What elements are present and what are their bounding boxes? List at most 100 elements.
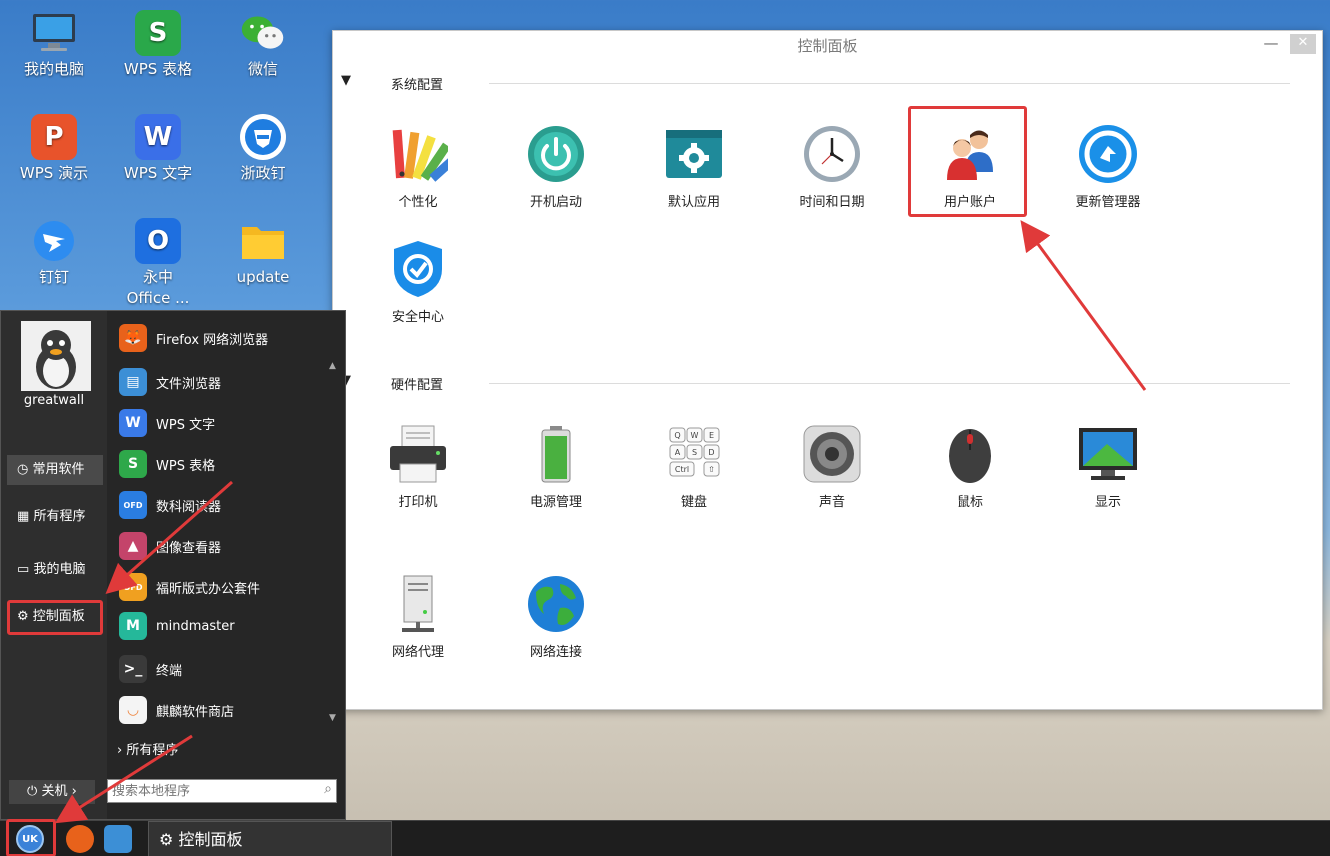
- shield-icon: [387, 238, 449, 300]
- avatar[interactable]: [21, 321, 91, 391]
- key-label: Ctrl: [675, 465, 689, 474]
- item-default-apps[interactable]: 默认应用: [644, 123, 744, 210]
- wps-presentation-icon: P: [31, 114, 77, 160]
- window-title: 控制面板: [797, 37, 858, 55]
- key-label: D: [708, 448, 714, 457]
- taskbar: UK ⚙ 控制面板: [0, 819, 1330, 856]
- app-item[interactable]: ▲ 图像查看器: [119, 527, 333, 565]
- item-personalization[interactable]: 个性化: [368, 123, 468, 210]
- item-keyboard[interactable]: Q W E A S D Ctrl ⇧ 键盘: [644, 423, 744, 510]
- monitor-icon: [1077, 423, 1139, 485]
- scroll-down-icon[interactable]: ▼: [329, 713, 336, 723]
- item-update-manager[interactable]: 更新管理器: [1058, 123, 1158, 210]
- app-icon: M: [119, 612, 147, 640]
- app-icon: 🦊: [119, 324, 147, 352]
- item-power-management[interactable]: 电源管理: [506, 423, 606, 510]
- battery-icon: [525, 423, 587, 485]
- item-startup[interactable]: 开机启动: [506, 123, 606, 210]
- monitor-icon: ▭: [17, 562, 30, 577]
- desktop-icon-wps-writer[interactable]: W WPS 文字: [106, 114, 210, 184]
- desktop-icon-dingtalk[interactable]: 钉钉: [2, 218, 106, 288]
- taskbar-task-control-panel[interactable]: ⚙ 控制面板: [148, 821, 392, 856]
- app-label: mindmaster: [156, 618, 235, 634]
- close-button[interactable]: ✕: [1290, 34, 1316, 54]
- app-icon: ◡: [119, 696, 147, 724]
- item-sound[interactable]: 声音: [782, 423, 882, 510]
- app-icon: OFD: [119, 491, 147, 519]
- app-label: WPS 表格: [156, 458, 216, 474]
- app-item[interactable]: 🦊 Firefox 网络浏览器: [119, 319, 333, 357]
- app-icon: W: [119, 409, 147, 437]
- app-item[interactable]: Mmindmaster: [119, 607, 333, 645]
- app-item[interactable]: OFD 数科阅读器: [119, 486, 333, 524]
- category-all-programs[interactable]: ▦ 所有程序: [7, 502, 103, 532]
- app-item[interactable]: ◡ 麒麟软件商店: [119, 691, 333, 729]
- server-icon: [387, 573, 449, 635]
- search-box[interactable]: ⌕: [107, 779, 337, 803]
- category-my-computer[interactable]: ▭ 我的电脑: [7, 555, 103, 585]
- app-icon: OFD: [119, 573, 147, 601]
- desktop-icon-wechat[interactable]: 微信: [211, 10, 315, 80]
- item-display[interactable]: 显示: [1058, 423, 1158, 510]
- desktop-icon-zhezhengding[interactable]: 浙政钉: [211, 114, 315, 184]
- desktop-icon-yozo-office[interactable]: O 永中 Office ...: [106, 218, 210, 309]
- section-title: 系统配置: [391, 78, 444, 93]
- collapse-triangle-icon[interactable]: ▼: [341, 73, 351, 88]
- file-browser-icon[interactable]: [104, 825, 132, 853]
- power-icon: ⏻: [27, 784, 38, 799]
- app-label: 终端: [156, 663, 183, 679]
- category-common-software[interactable]: ◷ 常用软件: [7, 455, 103, 485]
- app-item[interactable]: OFD 福昕版式办公套件: [119, 568, 333, 606]
- app-icon: ▤: [119, 368, 147, 396]
- app-icon: >_: [119, 655, 147, 683]
- highlight-box: [6, 819, 56, 856]
- key-label: ⇧: [708, 465, 715, 474]
- app-label: WPS 文字: [156, 417, 216, 433]
- minimize-button[interactable]: —: [1258, 34, 1284, 54]
- key-label: W: [691, 431, 699, 440]
- key-label: Q: [674, 431, 680, 440]
- mouse-icon: [939, 423, 1001, 485]
- item-network-connection[interactable]: 网络连接: [506, 573, 606, 660]
- app-item[interactable]: >_ 终端: [119, 650, 333, 688]
- search-icon: ⌕: [324, 781, 332, 797]
- folder-icon: [240, 218, 286, 264]
- speaker-icon: [801, 423, 863, 485]
- default-apps-gear-icon: [663, 123, 725, 185]
- search-input[interactable]: [108, 780, 308, 803]
- highlight-box: [7, 600, 103, 635]
- app-label: 文件浏览器: [156, 376, 222, 392]
- item-mouse[interactable]: 鼠标: [920, 423, 1020, 510]
- desktop-icon-update-folder[interactable]: update: [211, 218, 315, 288]
- scroll-up-icon[interactable]: ▲: [329, 361, 336, 371]
- palette-icon: [387, 123, 449, 185]
- all-programs-link[interactable]: › 所有程序: [117, 739, 178, 758]
- app-label: 福昕版式办公套件: [156, 581, 261, 597]
- app-label: 数科阅读器: [156, 499, 222, 515]
- section-hardware-config: ▼ 硬件配置: [333, 373, 1322, 395]
- desktop-icon-my-computer[interactable]: 我的电脑: [2, 10, 106, 80]
- app-item[interactable]: W WPS 文字: [119, 404, 333, 442]
- app-item[interactable]: ▤ 文件浏览器: [119, 363, 333, 401]
- power-icon: [525, 123, 587, 185]
- gear-icon: ⚙: [159, 830, 174, 849]
- app-label: 图像查看器: [156, 540, 222, 556]
- firefox-icon[interactable]: [66, 825, 94, 853]
- desktop-icon-wps-presentation[interactable]: P WPS 演示: [2, 114, 106, 184]
- item-printer[interactable]: 打印机: [368, 423, 468, 510]
- app-icon: S: [119, 450, 147, 478]
- window-titlebar[interactable]: 控制面板 — ✕: [333, 31, 1322, 61]
- control-panel-window: 控制面板 — ✕ ▼ 系统配置 个性化 开机启动 默认应用 时间和日期 用户账户…: [332, 30, 1323, 710]
- item-date-time[interactable]: 时间和日期: [782, 123, 882, 210]
- item-network-proxy[interactable]: 网络代理: [368, 573, 468, 660]
- item-security-center[interactable]: 安全中心: [368, 238, 468, 325]
- highlight-box: [908, 106, 1027, 217]
- update-icon: [1077, 123, 1139, 185]
- app-item[interactable]: S WPS 表格: [119, 445, 333, 483]
- desktop-icon-wps-spreadsheet[interactable]: S WPS 表格: [106, 10, 210, 80]
- wps-spreadsheet-icon: S: [135, 10, 181, 56]
- dingtalk-icon: [31, 218, 77, 264]
- shutdown-button[interactable]: ⏻ 关机 ›: [9, 780, 95, 804]
- wechat-icon: [240, 10, 286, 56]
- app-icon: ▲: [119, 532, 147, 560]
